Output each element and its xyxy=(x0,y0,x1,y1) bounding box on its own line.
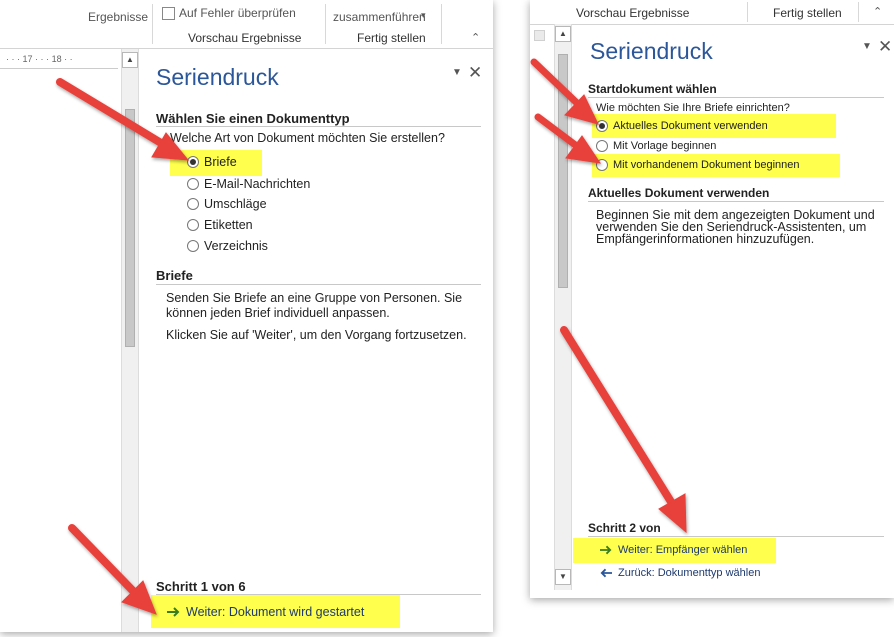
ruler-mark-18: 18 xyxy=(51,54,62,64)
radio-icon xyxy=(596,159,608,171)
radio-email[interactable]: E-Mail-Nachrichten xyxy=(187,177,310,191)
briefe-description-line2: können jeden Brief individuell anpassen. xyxy=(166,306,390,320)
scroll-up-icon[interactable]: ▲ xyxy=(122,52,138,68)
ribbon-zusammenfuehren[interactable]: zusammenführen xyxy=(333,10,426,24)
left-screenshot: Ergebnisse Auf Fehler überprüfen zusamme… xyxy=(0,0,493,632)
close-icon[interactable]: ✕ xyxy=(878,37,892,57)
ribbon-divider xyxy=(858,2,859,22)
section-heading-briefe: Briefe xyxy=(156,268,193,283)
section-divider xyxy=(588,97,884,98)
arrow-right-icon xyxy=(600,545,612,555)
ribbon-ergebnisse[interactable]: Ergebnisse xyxy=(88,10,148,24)
ribbon-group-vorschau: Vorschau Ergebnisse xyxy=(188,31,302,45)
radio-briefe[interactable]: Briefe xyxy=(187,155,237,169)
scrollbar-thumb[interactable] xyxy=(125,109,135,347)
radio-mit-vorlage[interactable]: Mit Vorlage beginnen xyxy=(596,140,716,152)
scroll-up-icon[interactable]: ▲ xyxy=(555,26,571,42)
dropdown-triangle-icon[interactable]: ▼ xyxy=(862,41,872,52)
pane-title: Seriendruck xyxy=(156,64,279,90)
ruler-corner xyxy=(534,30,545,41)
pane-title: Seriendruck xyxy=(590,38,713,64)
ribbon: Vorschau Ergebnisse Fertig stellen ⌃ xyxy=(530,0,894,25)
radio-icon xyxy=(187,178,199,190)
collapse-ribbon-icon[interactable]: ⌃ xyxy=(873,5,882,18)
section-heading-current: Aktuelles Dokument verwenden xyxy=(588,186,770,200)
ruler-mark-17: 17 xyxy=(22,54,33,64)
close-icon[interactable]: ✕ xyxy=(468,63,482,83)
right-screenshot: Vorschau Ergebnisse Fertig stellen ⌃ ▲ ▼… xyxy=(530,0,894,598)
ribbon-divider xyxy=(747,2,748,22)
radio-etiketten[interactable]: Etiketten xyxy=(187,218,253,232)
radio-icon xyxy=(187,219,199,231)
radio-selected-icon xyxy=(596,120,608,132)
ribbon-group-fertig: Fertig stellen xyxy=(773,6,842,20)
ribbon-group-fertig: Fertig stellen xyxy=(357,31,426,45)
arrow-left-icon xyxy=(600,568,612,578)
section-heading-doc-type: Wählen Sie einen Dokumenttyp xyxy=(156,111,350,126)
checkbox-icon xyxy=(162,6,175,20)
scrollbar-thumb[interactable] xyxy=(558,54,568,288)
ribbon-divider xyxy=(325,4,326,44)
radio-umschlaege[interactable]: Umschläge xyxy=(187,197,267,211)
document-scrollbar[interactable]: ▲ ▼ xyxy=(554,24,572,590)
radio-icon xyxy=(187,240,199,252)
section-divider xyxy=(588,536,884,537)
scroll-down-icon[interactable]: ▼ xyxy=(555,569,571,585)
radio-vorhandenes-dokument[interactable]: Mit vorhandenem Dokument beginnen xyxy=(596,159,800,171)
start-question: Wie möchten Sie Ihre Briefe einrichten? xyxy=(596,102,790,114)
section-divider xyxy=(588,201,884,202)
section-divider xyxy=(156,284,481,285)
ribbon-auf-fehler[interactable]: Auf Fehler überprüfen xyxy=(162,6,296,20)
radio-aktuelles-dokument[interactable]: Aktuelles Dokument verwenden xyxy=(596,120,768,132)
arrow-right-icon xyxy=(167,607,180,617)
ribbon-group-vorschau: Vorschau Ergebnisse xyxy=(576,6,690,20)
chevron-down-icon[interactable]: ▾ xyxy=(421,10,426,21)
collapse-ribbon-icon[interactable]: ⌃ xyxy=(471,31,480,44)
step-indicator: Schritt 2 von xyxy=(588,521,661,535)
ruler-line xyxy=(0,68,118,69)
current-description-line3: Empfängerinformationen hinzuzufügen. xyxy=(596,232,815,246)
next-link[interactable]: Weiter: Dokument wird gestartet xyxy=(167,605,364,619)
dropdown-triangle-icon[interactable]: ▼ xyxy=(452,67,462,78)
doc-type-question: Welche Art von Dokument möchten Sie erst… xyxy=(170,131,445,145)
ruler: · · · 17 · · · 18 · · xyxy=(6,54,73,64)
briefe-description-line1: Senden Sie Briefe an eine Gruppe von Per… xyxy=(166,291,463,305)
ribbon-divider xyxy=(152,4,153,44)
continue-hint: Klicken Sie auf 'Weiter', um den Vorgang… xyxy=(166,328,467,342)
ribbon: Ergebnisse Auf Fehler überprüfen zusamme… xyxy=(0,0,493,49)
radio-icon xyxy=(187,198,199,210)
section-heading-start: Startdokument wählen xyxy=(588,82,717,96)
radio-selected-icon xyxy=(187,156,199,168)
section-divider xyxy=(156,126,481,127)
radio-icon xyxy=(596,140,608,152)
ribbon-divider xyxy=(441,4,442,44)
back-link[interactable]: Zurück: Dokumenttyp wählen xyxy=(600,567,760,579)
step-indicator: Schritt 1 von 6 xyxy=(156,579,246,594)
document-scrollbar[interactable]: ▲ xyxy=(121,49,139,632)
next-link[interactable]: Weiter: Empfänger wählen xyxy=(600,544,747,556)
radio-verzeichnis[interactable]: Verzeichnis xyxy=(187,239,268,253)
